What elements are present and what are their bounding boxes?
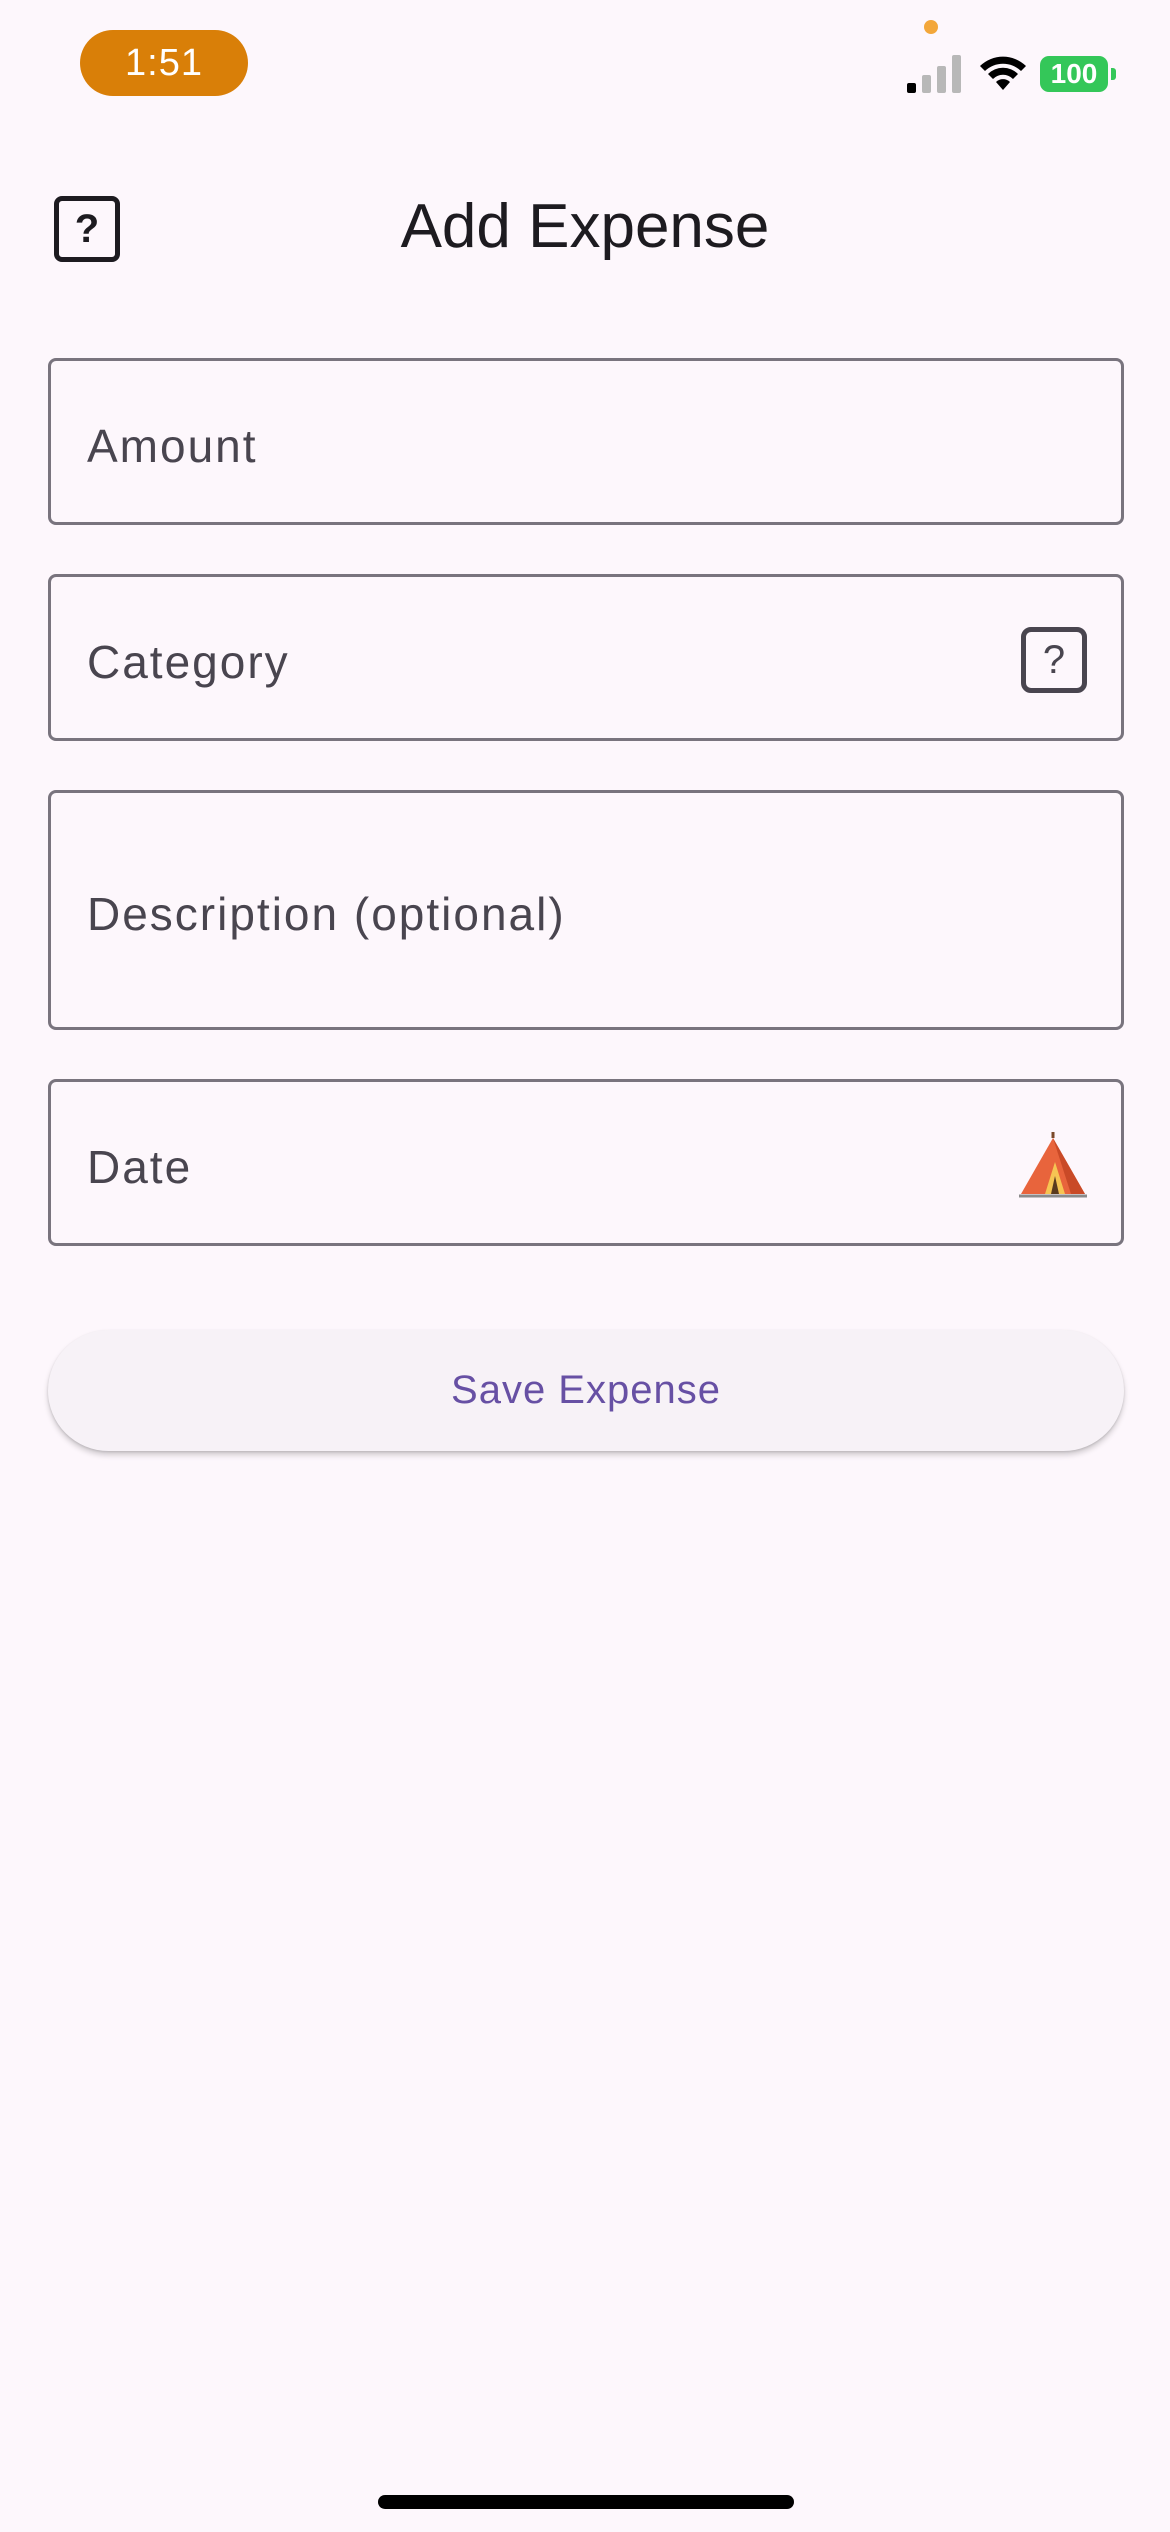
battery-cap: [1111, 68, 1116, 80]
battery-level: 100: [1040, 56, 1108, 92]
category-help-icon[interactable]: ?: [1021, 627, 1087, 693]
home-indicator[interactable]: [378, 2495, 794, 2509]
wifi-icon: [980, 56, 1026, 90]
amount-field-label: Amount: [87, 420, 258, 472]
status-time: 1:51: [80, 30, 248, 96]
description-field[interactable]: Description (optional): [48, 790, 1124, 1030]
category-field[interactable]: Category ?: [48, 574, 1124, 741]
save-expense-button[interactable]: Save Expense: [48, 1330, 1124, 1451]
battery-icon: 100: [1040, 56, 1116, 92]
date-field-label: Date: [87, 1141, 193, 1193]
date-field[interactable]: Date: [48, 1079, 1124, 1246]
amount-field[interactable]: Amount: [48, 358, 1124, 525]
tent-icon[interactable]: [1015, 1132, 1091, 1200]
cellular-signal-icon: [907, 55, 961, 93]
privacy-indicator-dot: [924, 20, 938, 34]
category-field-label: Category: [87, 636, 290, 688]
page-title: Add Expense: [400, 192, 770, 261]
description-field-label: Description (optional): [87, 888, 566, 940]
